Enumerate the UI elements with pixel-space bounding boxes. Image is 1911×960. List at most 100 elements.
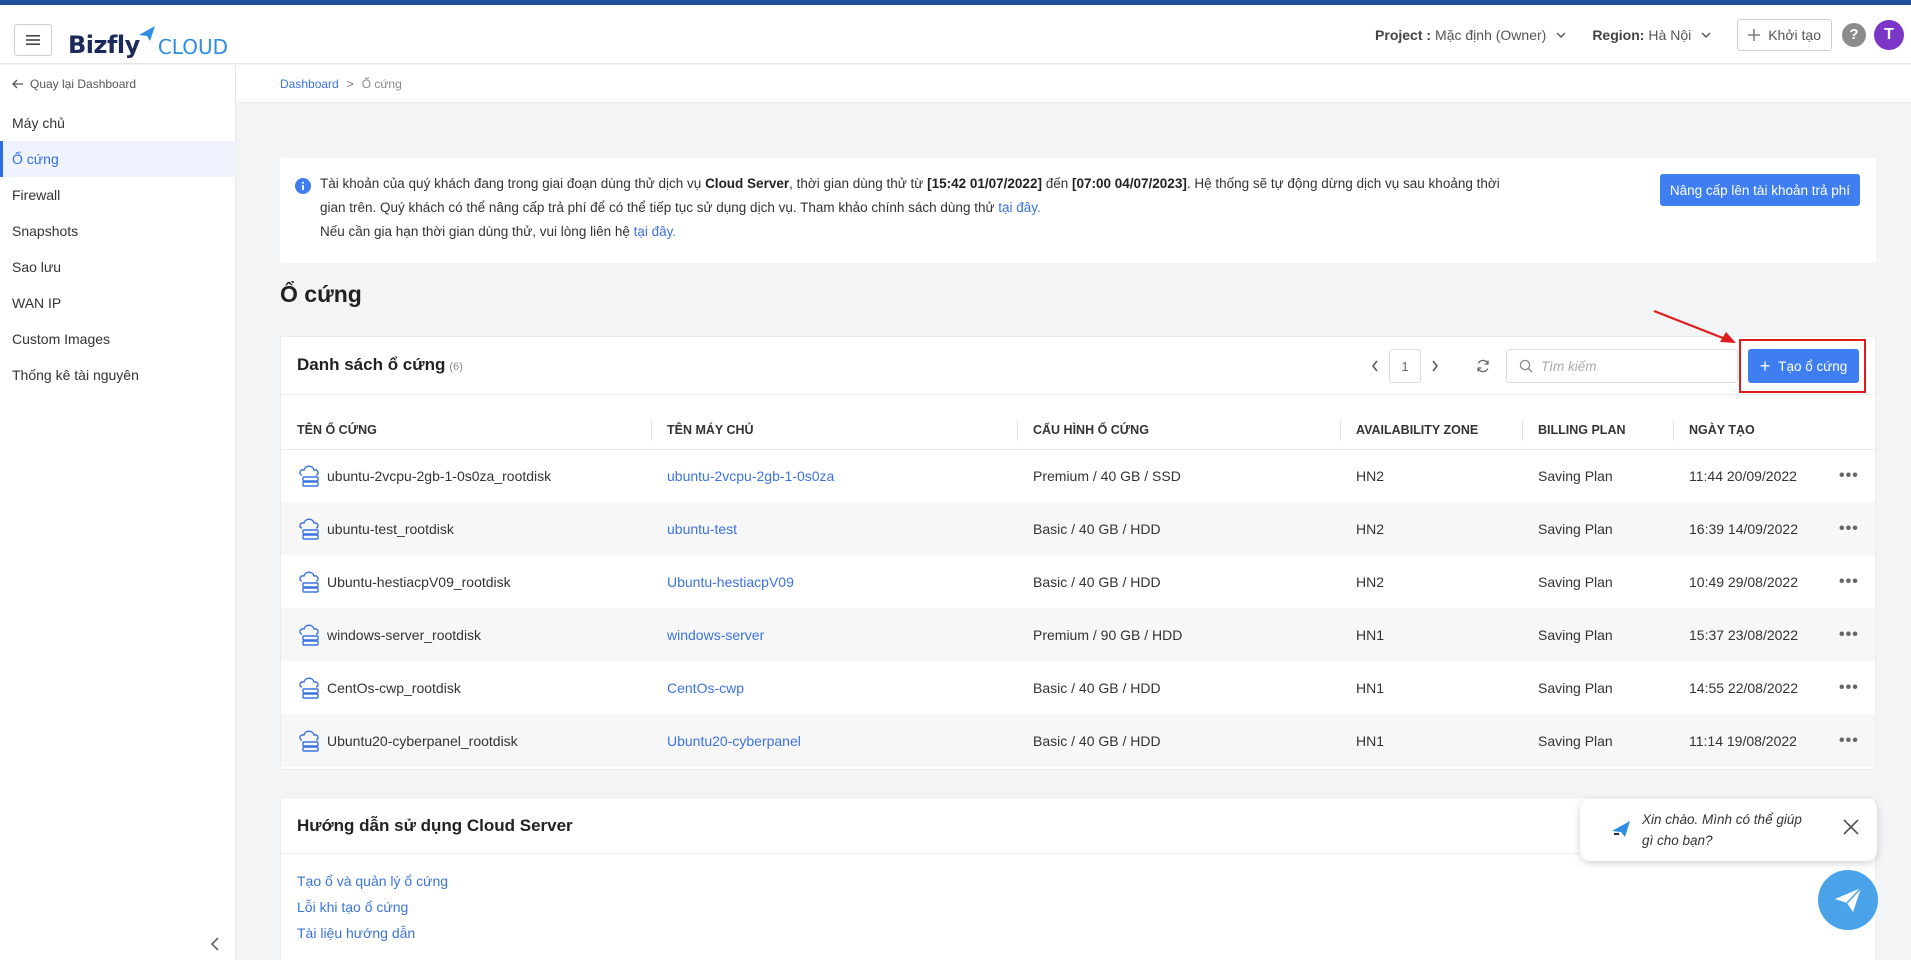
guide-link-create-disk[interactable]: Tạo ổ và quản lý ổ cứng [297, 868, 1875, 894]
more-actions-button[interactable]: ••• [1823, 555, 1875, 608]
server-link-cell[interactable]: windows-server [651, 608, 1017, 661]
zone-cell: HN2 [1356, 467, 1385, 484]
back-to-dashboard-link[interactable]: Quay lại Dashboard [12, 77, 136, 91]
guide-link-docs[interactable]: Tài liệu hướng dẫn [297, 920, 1875, 946]
sidebar-collapse-button[interactable] [210, 937, 220, 954]
page-number[interactable]: 1 [1389, 349, 1421, 383]
annotation-arrow [1653, 309, 1736, 343]
config-cell: Basic / 40 GB / HDD [1017, 502, 1340, 555]
more-actions-button[interactable]: ••• [1823, 714, 1875, 767]
disk-name-cell[interactable]: Ubuntu20-cyberpanel_rootdisk [281, 714, 651, 767]
breadcrumb-current: Ổ cứng [361, 76, 402, 91]
menu-toggle-button[interactable] [14, 24, 52, 56]
sidebar-item-snapshots[interactable]: Snapshots [0, 213, 236, 249]
region-label: Region: [1592, 26, 1645, 43]
disk-list-header: Danh sách ổ cứng(6) 1 + Tạo ổ cứng [281, 337, 1875, 395]
zone-cell: HN2 [1340, 502, 1522, 555]
col-server-name[interactable]: TÊN MÁY CHỦ [651, 411, 1017, 450]
more-icon: ••• [1839, 678, 1859, 696]
send-icon [1835, 887, 1862, 912]
table-row: Ubuntu-hestiacpV09_rootdisk Ubuntu-hesti… [281, 555, 1875, 608]
disk-name-cell[interactable]: ubuntu-2vcpu-2gb-1-0s0za_rootdisk [281, 449, 651, 502]
table-row: CentOs-cwp_rootdisk CentOs-cwp Basic / 4… [281, 661, 1875, 714]
upgrade-account-button[interactable]: Nâng cấp lên tài khoản trả phí [1659, 174, 1860, 206]
disk-name-cell[interactable]: CentOs-cwp_rootdisk [281, 661, 651, 714]
zone-cell: HN2 [1356, 573, 1385, 590]
header-right-controls: Project : Mặc định (Owner) Region: Hà Nộ… [1375, 5, 1911, 64]
create-resource-button[interactable]: Khởi tạo [1737, 18, 1832, 51]
disk-icon [299, 730, 319, 752]
help-button[interactable]: ? [1842, 22, 1866, 47]
col-disk-name[interactable]: TÊN Ổ CỨNG [281, 411, 651, 450]
col-billing-plan[interactable]: BILLING PLAN [1522, 411, 1673, 450]
config-cell: Basic / 40 GB / HDD [1033, 679, 1161, 696]
table-row: windows-server_rootdisk windows-server P… [281, 608, 1875, 661]
breadcrumb-dashboard-link[interactable]: Dashboard [280, 77, 339, 91]
chevron-right-icon[interactable] [1431, 360, 1439, 372]
server-link-cell[interactable]: Ubuntu-hestiacpV09 [651, 555, 1017, 608]
server-link-cell[interactable]: ubuntu-2vcpu-2gb-1-0s0za [651, 449, 1017, 502]
notice-text-2: , thời gian dùng thử từ [789, 176, 928, 191]
breadcrumb-separator: > [346, 76, 354, 91]
created-cell: 14:55 22/08/2022 [1689, 679, 1798, 696]
trial-notice-text: Tài khoản của quý khách đang trong giai … [320, 172, 1500, 244]
guide-link-disk-errors[interactable]: Lỗi khi tạo ổ cứng [297, 894, 1875, 920]
created-cell: 11:44 20/09/2022 [1689, 467, 1797, 484]
sidebar-item-thong-ke[interactable]: Thống kê tài nguyên [0, 357, 236, 393]
arrow-left-icon [12, 79, 23, 89]
region-selector[interactable]: Region: Hà Nội [1592, 27, 1711, 43]
col-disk-config[interactable]: CẤU HÌNH Ổ CỨNG [1017, 411, 1340, 450]
server-link-cell[interactable]: ubuntu-test [651, 502, 1017, 555]
sidebar-item-may-chu[interactable]: Máy chủ [0, 105, 236, 141]
create-label: Khởi tạo [1768, 26, 1821, 43]
disk-list-title-text: Danh sách ổ cứng [297, 355, 446, 374]
search-input[interactable] [1541, 358, 1721, 374]
table-header-row: TÊN Ổ CỨNG TÊN MÁY CHỦ CẤU HÌNH Ổ CỨNG A… [281, 411, 1875, 450]
logo-plane-icon [138, 26, 155, 41]
project-selector[interactable]: Project : Mặc định (Owner) [1375, 27, 1566, 43]
col-created-date[interactable]: NGÀY TẠO [1673, 411, 1823, 450]
close-icon[interactable] [1843, 819, 1859, 835]
more-actions-button[interactable]: ••• [1823, 502, 1875, 555]
bizfly-cloud-logo[interactable]: Bizfly CLOUD [68, 23, 228, 59]
chat-launcher-button[interactable] [1818, 870, 1878, 930]
plan-cell: Saving Plan [1522, 608, 1673, 661]
plus-icon: + [1759, 356, 1771, 376]
chevron-down-icon [1556, 32, 1566, 38]
more-actions-button[interactable]: ••• [1823, 608, 1875, 661]
sidebar-item-firewall[interactable]: Firewall [0, 177, 236, 213]
config-cell: Basic / 40 GB / HDD [1033, 573, 1161, 590]
more-icon: ••• [1839, 625, 1859, 643]
sidebar-item-custom-images[interactable]: Custom Images [0, 321, 236, 357]
trial-policy-link[interactable]: tại đây. [998, 200, 1041, 215]
sidebar-item-wan-ip[interactable]: WAN IP [0, 285, 236, 321]
create-disk-button[interactable]: + Tạo ổ cứng [1748, 349, 1859, 383]
page-title: Ổ cứng [280, 281, 362, 307]
zone-cell: HN1 [1340, 608, 1522, 661]
plan-cell: Saving Plan [1538, 573, 1613, 590]
col-availability-zone[interactable]: AVAILABILITY ZONE [1340, 411, 1522, 450]
created-cell: 15:37 23/08/2022 [1673, 608, 1823, 661]
notice-text-1: Tài khoản của quý khách đang trong giai … [320, 176, 706, 191]
region-value: Hà Nội [1648, 26, 1692, 43]
server-link-cell[interactable]: Ubuntu20-cyberpanel [651, 714, 1017, 767]
col-actions [1823, 411, 1875, 450]
disk-name-cell[interactable]: windows-server_rootdisk [281, 608, 651, 661]
refresh-icon[interactable] [1476, 359, 1490, 373]
contact-link[interactable]: tại đây. [634, 224, 677, 239]
chevron-left-icon[interactable] [1371, 360, 1379, 372]
trial-notice: Tài khoản của quý khách đang trong giai … [280, 158, 1876, 263]
notice-start-time: [15:42 01/07/2022] [927, 176, 1042, 191]
disk-name-cell[interactable]: ubuntu-test_rootdisk [281, 502, 651, 555]
disk-name-cell[interactable]: Ubuntu-hestiacpV09_rootdisk [281, 555, 651, 608]
more-actions-button[interactable]: ••• [1823, 661, 1875, 714]
created-cell: 10:49 29/08/2022 [1689, 573, 1798, 590]
table-row: ubuntu-2vcpu-2gb-1-0s0za_rootdisk ubuntu… [281, 449, 1875, 502]
sidebar-item-o-cung[interactable]: Ổ cứng [0, 141, 236, 177]
sidebar-item-sao-luu[interactable]: Sao lưu [0, 249, 236, 285]
chat-message: Xin chào. Mình có thể giúp gì cho bạn? [1642, 812, 1802, 848]
server-link-cell[interactable]: CentOs-cwp [651, 661, 1017, 714]
user-avatar[interactable]: T [1874, 19, 1904, 50]
search-icon [1519, 359, 1533, 373]
more-actions-button[interactable]: ••• [1823, 449, 1875, 502]
